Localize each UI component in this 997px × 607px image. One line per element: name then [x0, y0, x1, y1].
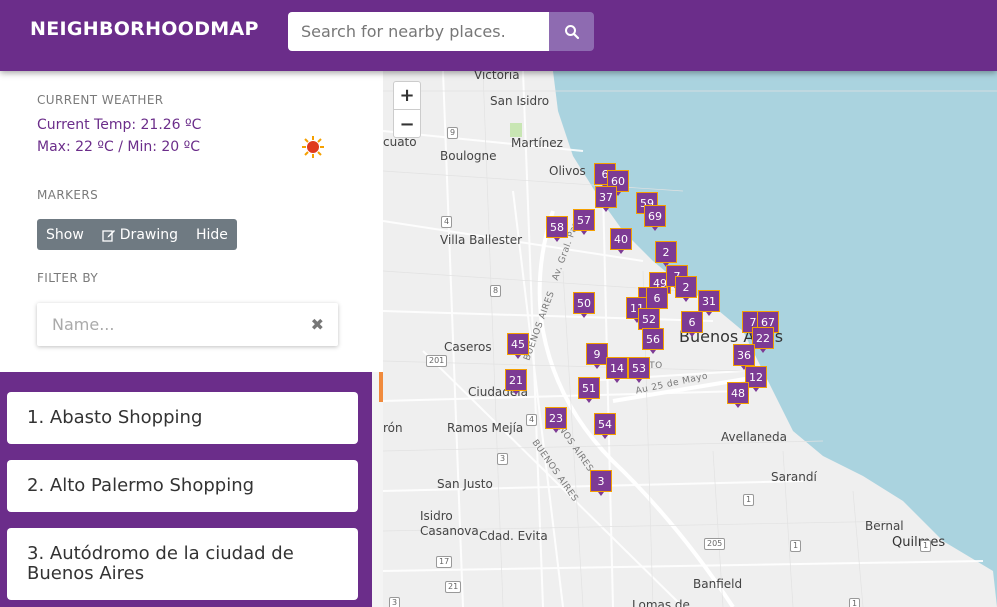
- search-icon: [564, 24, 579, 39]
- route-shield: 9: [447, 127, 459, 139]
- map-marker[interactable]: 9: [586, 343, 608, 369]
- zoom-in-button[interactable]: +: [394, 82, 420, 110]
- map-label: Lomas de: [632, 598, 690, 607]
- max-min-temp: Max: 22 ºC / Min: 20 ºC: [37, 139, 201, 155]
- map-marker[interactable]: 45: [507, 333, 529, 359]
- map-label: rón: [383, 421, 403, 435]
- map-marker[interactable]: 37: [595, 186, 617, 212]
- map-label: Quilmes: [892, 535, 946, 550]
- map-label: Ramos Mejía: [447, 421, 524, 435]
- map-marker[interactable]: 57: [573, 209, 595, 235]
- zoom-control: + −: [393, 81, 421, 138]
- map-marker[interactable]: 36: [733, 344, 755, 370]
- map-label: Martínez: [511, 136, 563, 150]
- map-label: Bernal: [865, 519, 904, 533]
- search-button[interactable]: [549, 12, 594, 51]
- markers-button-group: Show Drawing Hide: [37, 219, 237, 250]
- hide-markers-button[interactable]: Hide: [187, 219, 237, 250]
- weather-section-label: CURRENT WEATHER: [37, 93, 164, 107]
- map-label: Olivos: [549, 164, 586, 178]
- map-marker[interactable]: 58: [546, 216, 568, 242]
- route-shield: 1: [743, 494, 755, 506]
- sun-icon: [302, 136, 324, 158]
- map-label: Cdad. Evita: [479, 529, 548, 543]
- route-shield: 4: [441, 216, 453, 228]
- map-marker[interactable]: 52: [638, 308, 660, 334]
- route-shield: 1: [849, 598, 861, 607]
- filter-name-input[interactable]: [37, 303, 297, 346]
- show-markers-button[interactable]: Show: [37, 219, 93, 250]
- route-shield: 8: [490, 285, 502, 297]
- route-shield: 3: [497, 453, 509, 465]
- map-label: Boulogne: [440, 149, 497, 163]
- map-label: San Justo: [437, 477, 493, 491]
- map-marker[interactable]: 2: [655, 241, 677, 267]
- app-title: NEIGHBORHOODMAP: [30, 18, 259, 40]
- scrollbar-thumb[interactable]: [379, 372, 383, 402]
- route-shield: 3: [389, 597, 401, 607]
- drawing-button[interactable]: Drawing: [93, 219, 187, 250]
- map-marker[interactable]: 23: [545, 407, 567, 433]
- map-marker[interactable]: 21: [505, 369, 527, 395]
- map-marker[interactable]: 6: [681, 311, 703, 337]
- map-marker[interactable]: 22: [752, 327, 774, 353]
- map-label: Villa Ballester: [440, 233, 523, 247]
- route-shield: 21: [445, 581, 462, 593]
- list-item[interactable]: 2. Alto Palermo Shopping: [7, 460, 358, 512]
- map-label: Caseros: [444, 340, 492, 354]
- zoom-out-button[interactable]: −: [394, 110, 420, 138]
- map-marker[interactable]: 69: [644, 205, 666, 231]
- places-list: 1. Abasto Shopping 2. Alto Palermo Shopp…: [0, 372, 383, 607]
- list-item[interactable]: 3. Autódromo de la ciudad de Buenos Aire…: [7, 528, 358, 600]
- route-shield: 201: [426, 355, 448, 367]
- map-label: Sarandí: [771, 470, 817, 484]
- top-navbar: NEIGHBORHOODMAP: [0, 0, 997, 71]
- map-marker[interactable]: 2: [675, 276, 697, 302]
- map-label: Victoria: [474, 71, 520, 82]
- map[interactable]: + − Victoria San Isidro Martínez Boulogn…: [383, 71, 997, 607]
- search-input[interactable]: [288, 12, 550, 51]
- drawing-button-label: Drawing: [119, 226, 178, 243]
- map-label: Banfield: [693, 577, 743, 591]
- map-label: Avellaneda: [721, 430, 787, 444]
- map-marker[interactable]: 48: [727, 382, 749, 408]
- map-marker[interactable]: 56: [642, 328, 664, 354]
- map-marker[interactable]: 51: [578, 377, 600, 403]
- map-marker[interactable]: 53: [628, 357, 650, 383]
- list-scrollbar[interactable]: [372, 372, 383, 607]
- map-marker[interactable]: 6: [646, 287, 668, 313]
- clear-filter-icon[interactable]: ✖: [311, 315, 324, 334]
- map-label: Isidro Casanova: [420, 509, 479, 538]
- filter-section-label: FILTER BY: [37, 271, 99, 285]
- filter-box: ✖: [37, 303, 338, 346]
- route-shield: 205: [704, 538, 726, 550]
- map-marker[interactable]: 50: [573, 292, 595, 318]
- route-shield: 17: [436, 556, 453, 568]
- edit-icon: [102, 229, 115, 242]
- map-marker[interactable]: 31: [698, 290, 720, 316]
- map-marker[interactable]: 14: [606, 357, 628, 383]
- markers-section-label: MARKERS: [37, 188, 99, 202]
- route-shield: 4: [526, 414, 538, 426]
- sidebar-panel: CURRENT WEATHER Current Temp: 21.26 ºC M…: [0, 71, 383, 372]
- list-item[interactable]: 1. Abasto Shopping: [7, 392, 358, 444]
- map-label: San Isidro: [490, 94, 550, 108]
- map-marker[interactable]: 3: [590, 470, 612, 496]
- map-marker[interactable]: 40: [610, 228, 632, 254]
- route-shield: 1: [920, 540, 932, 552]
- map-marker[interactable]: 54: [594, 413, 616, 439]
- route-shield: 1: [790, 540, 802, 552]
- current-temp: Current Temp: 21.26 ºC: [37, 117, 202, 133]
